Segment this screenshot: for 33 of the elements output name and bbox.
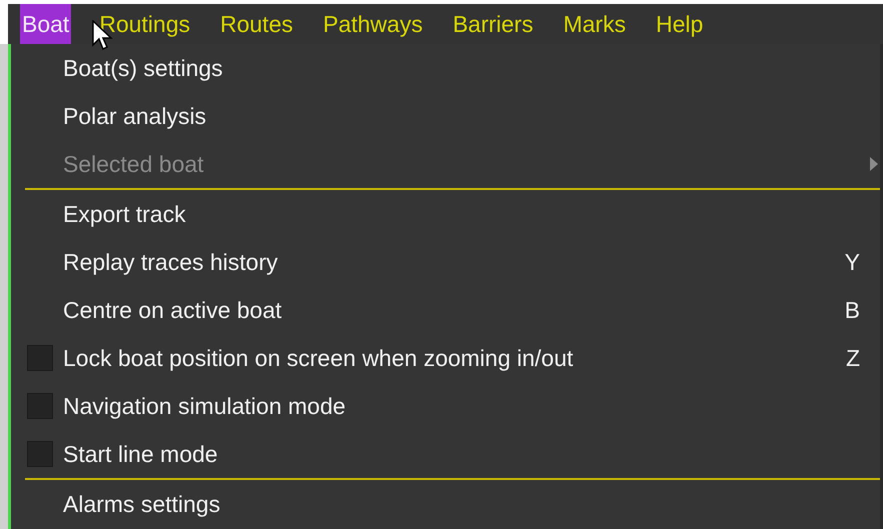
submenu-arrow-icon (870, 157, 878, 171)
menu-bar-item[interactable]: Barriers (450, 4, 536, 44)
menu-bar-item[interactable]: Marks (561, 4, 628, 44)
menu-item-label: Boat(s) settings (63, 56, 223, 80)
menu-item[interactable]: Polar analysis (11, 92, 880, 140)
menu-item-label: Lock boat position on screen when zooming in/out (63, 346, 574, 370)
menu-bar-item[interactable]: Pathways (320, 4, 425, 44)
menu-item[interactable]: Centre on active boat B (11, 286, 880, 334)
menu-item[interactable]: Replay traces history Y (11, 238, 880, 286)
menu-item[interactable]: Boat(s) settings (11, 44, 880, 92)
menu-item[interactable]: Alarms settings (11, 480, 880, 528)
menu-item-label: Replay traces history (63, 250, 278, 274)
menu-item-label: Centre on active boat (63, 298, 282, 322)
shortcut-label: B (844, 298, 860, 322)
menu-bar-item[interactable]: Routings (97, 4, 192, 44)
menu-bar-item[interactable]: Help (654, 4, 706, 44)
menu-item[interactable]: Export track (11, 190, 880, 238)
checkbox[interactable] (27, 393, 53, 419)
menu-item-label: Polar analysis (63, 104, 206, 128)
menu-item-label: Export track (63, 202, 186, 226)
menu-item-label: Alarms settings (63, 492, 220, 516)
menu-item[interactable]: Navigation simulation mode (11, 382, 880, 430)
menu-bar-item[interactable]: Routes (218, 4, 295, 44)
checkbox[interactable] (27, 441, 53, 467)
shortcut-label: Z (846, 346, 860, 370)
menu-bar-item[interactable]: Boat (20, 4, 72, 44)
checkbox[interactable] (27, 345, 53, 371)
menu-item[interactable]: Lock boat position on screen when zooming in/out Z (11, 334, 880, 382)
menu-item-label: Navigation simulation mode (63, 394, 346, 418)
menu-item-label: Selected boat (63, 152, 204, 176)
menu-item-label: Start line mode (63, 442, 218, 466)
menu-item[interactable]: Start line mode (11, 430, 880, 478)
shortcut-label: Y (844, 250, 860, 274)
